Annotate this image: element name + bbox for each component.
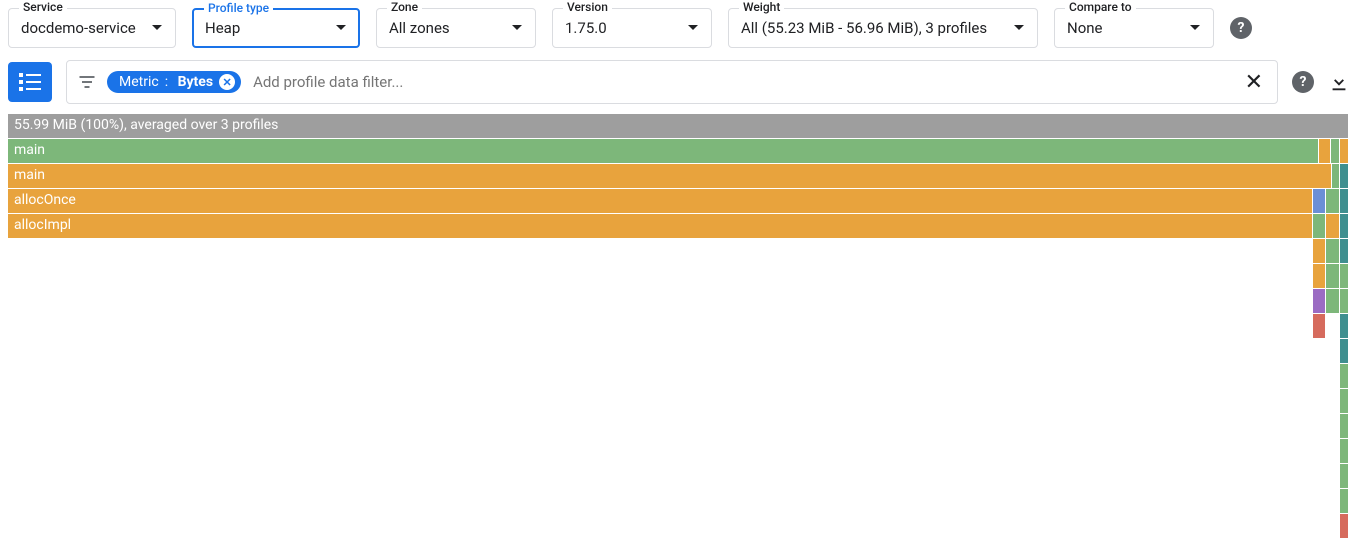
service-select-value: docdemo-service [21,19,141,37]
flame-cell[interactable] [1340,414,1348,438]
flame-row [8,339,1348,363]
flame-cell[interactable] [1340,314,1348,338]
weight-select-value: All (55.23 MiB - 56.96 MiB), 3 profiles [741,19,1003,37]
download-button[interactable] [1328,71,1350,93]
metric-chip[interactable]: Metric : Bytes ✕ [107,71,241,93]
version-select-label: Version [563,0,612,14]
flame-cell[interactable] [1331,139,1339,163]
metric-chip-value: Bytes [178,74,213,90]
service-select[interactable]: Servicedocdemo-service [8,8,176,48]
profile-select-label: Profile type [204,1,273,15]
flame-cell[interactable] [1326,239,1339,263]
chevron-down-icon [1013,24,1025,32]
list-icon [19,73,41,91]
flame-row [8,414,1348,438]
compare-select[interactable]: Compare toNone [1054,8,1214,48]
flame-cell[interactable] [1313,214,1325,238]
filter-input[interactable] [251,72,1231,92]
compare-select-value: None [1067,19,1179,37]
flame-row [8,314,1348,338]
flame-row [8,489,1348,513]
profile-select-value: Heap [205,19,325,37]
version-select-value: 1.75.0 [565,19,677,37]
flame-cell[interactable] [1340,239,1348,263]
chevron-down-icon [1189,24,1201,32]
flame-cell[interactable] [1340,289,1348,313]
flame-cell[interactable]: allocOnce [8,189,1312,213]
chevron-down-icon [151,24,163,32]
flame-cell[interactable] [1326,189,1339,213]
flame-row [8,239,1348,263]
flame-row [8,264,1348,288]
profile-select[interactable]: Profile typeHeap [192,8,360,48]
zone-select-label: Zone [387,0,422,14]
flame-graph: 55.99 MiB (100%), averaged over 3 profil… [8,114,1348,538]
flame-cell[interactable] [1340,489,1348,513]
flame-cell[interactable] [1340,264,1348,288]
flame-cell[interactable]: allocImpl [8,214,1312,238]
flame-cell[interactable] [1340,389,1348,413]
flame-cell[interactable] [1319,139,1330,163]
list-view-button[interactable] [8,62,52,102]
flame-cell[interactable] [1313,264,1325,288]
filter-bar: Metric : Bytes ✕ ✕ [66,60,1278,104]
metric-chip-label: Metric [119,74,159,90]
compare-select-label: Compare to [1065,0,1136,14]
filter-funnel-icon[interactable] [77,72,97,92]
flame-cell[interactable] [1340,514,1348,538]
flame-row [8,514,1348,538]
flame-cell[interactable] [1313,289,1325,313]
chevron-down-icon [511,24,523,32]
version-select[interactable]: Version1.75.0 [552,8,712,48]
flame-cell[interactable] [1340,214,1348,238]
flame-cell[interactable] [1326,289,1339,313]
chevron-down-icon [687,24,699,32]
flame-cell[interactable] [1340,439,1348,463]
flame-cell[interactable] [1340,164,1348,188]
flame-row [8,389,1348,413]
flame-cell[interactable] [1313,314,1325,338]
flame-row: main [8,139,1348,163]
chevron-down-icon [335,24,347,32]
flame-row: allocImpl [8,214,1348,238]
flame-row: main [8,164,1348,188]
flame-cell[interactable] [1326,214,1339,238]
toolbar-row: Metric : Bytes ✕ ✕ ? [8,60,1350,114]
clear-filter-button[interactable]: ✕ [1241,70,1267,95]
flame-cell[interactable] [1326,264,1339,288]
weight-select[interactable]: WeightAll (55.23 MiB - 56.96 MiB), 3 pro… [728,8,1038,48]
zone-select-value: All zones [389,19,501,37]
flame-row [8,364,1348,388]
help-icon[interactable]: ? [1230,17,1252,39]
service-select-label: Service [19,0,67,14]
flame-row [8,289,1348,313]
flame-cell[interactable] [1340,189,1348,213]
zone-select[interactable]: ZoneAll zones [376,8,536,48]
flame-cell[interactable] [1340,464,1348,488]
flame-cell[interactable]: 55.99 MiB (100%), averaged over 3 profil… [8,114,1348,138]
filter-row: Servicedocdemo-serviceProfile typeHeapZo… [8,4,1350,60]
flame-row [8,464,1348,488]
weight-select-label: Weight [739,0,784,14]
flame-cell[interactable] [1340,339,1348,363]
filter-help-icon[interactable]: ? [1292,71,1314,93]
flame-row [8,439,1348,463]
flame-cell[interactable] [1340,364,1348,388]
metric-chip-remove[interactable]: ✕ [219,74,235,90]
flame-row: 55.99 MiB (100%), averaged over 3 profil… [8,114,1348,138]
flame-cell[interactable]: main [8,164,1331,188]
flame-cell[interactable] [1340,139,1348,163]
flame-row: allocOnce [8,189,1348,213]
flame-cell[interactable]: main [8,139,1318,163]
flame-cell[interactable] [1332,164,1339,188]
flame-cell[interactable] [1313,189,1325,213]
flame-cell[interactable] [1313,239,1325,263]
